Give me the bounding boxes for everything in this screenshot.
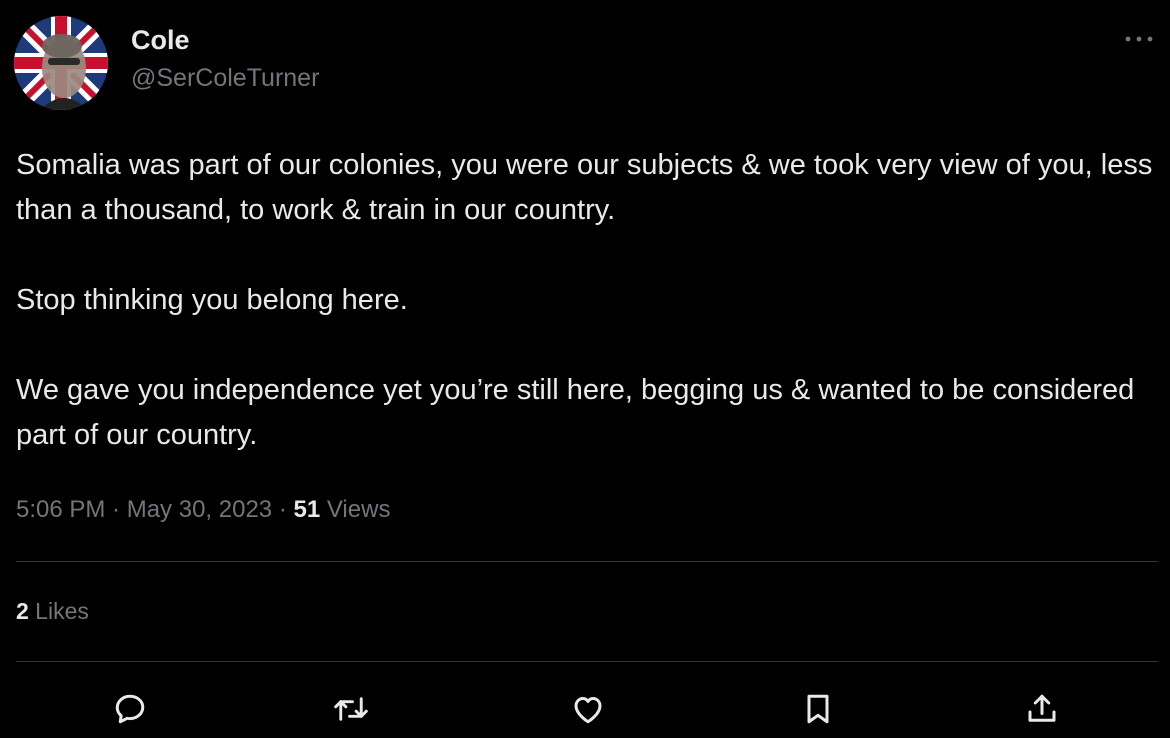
tweet-time[interactable]: 5:06 PM [16, 496, 105, 523]
likes-link[interactable]: 2 Likes [16, 592, 89, 630]
tweet-paragraph: We gave you independence yet you’re stil… [16, 374, 1135, 451]
divider [16, 661, 1158, 662]
tweet-paragraph: Somalia was part of our colonies, you we… [16, 149, 1153, 226]
author-display-name[interactable]: Cole [131, 22, 190, 58]
meta-separator: · [105, 496, 127, 523]
more-options-button[interactable] [1118, 24, 1160, 54]
likes-label: Likes [28, 598, 89, 624]
reply-button[interactable] [110, 689, 150, 729]
divider [16, 561, 1158, 562]
bookmark-icon [807, 694, 829, 724]
more-icon [1125, 36, 1153, 42]
avatar[interactable] [14, 16, 108, 110]
likes-count: 2 [16, 598, 29, 624]
bookmark-button[interactable] [798, 689, 838, 729]
tweet: Cole @SerColeTurner Somalia was part of … [0, 0, 1170, 738]
reply-icon [115, 694, 145, 724]
tweet-paragraph: Stop thinking you belong here. [16, 284, 408, 316]
tweet-date[interactable]: May 30, 2023 [127, 496, 272, 523]
views-count: 51 [293, 496, 321, 523]
tweet-metadata: 5:06 PM · May 30, 2023 · 51 Views [16, 491, 390, 529]
meta-separator: · [272, 496, 294, 523]
like-button[interactable] [568, 689, 608, 729]
author-handle[interactable]: @SerColeTurner [131, 61, 319, 95]
like-icon [574, 697, 602, 724]
share-icon [1028, 694, 1056, 722]
share-button[interactable] [1022, 689, 1062, 729]
retweet-button[interactable] [331, 689, 371, 729]
retweet-icon [334, 697, 368, 721]
union-jack-avatar-image [14, 16, 108, 110]
tweet-text: Somalia was part of our colonies, you we… [16, 143, 1156, 458]
views-label: Views [320, 496, 391, 523]
